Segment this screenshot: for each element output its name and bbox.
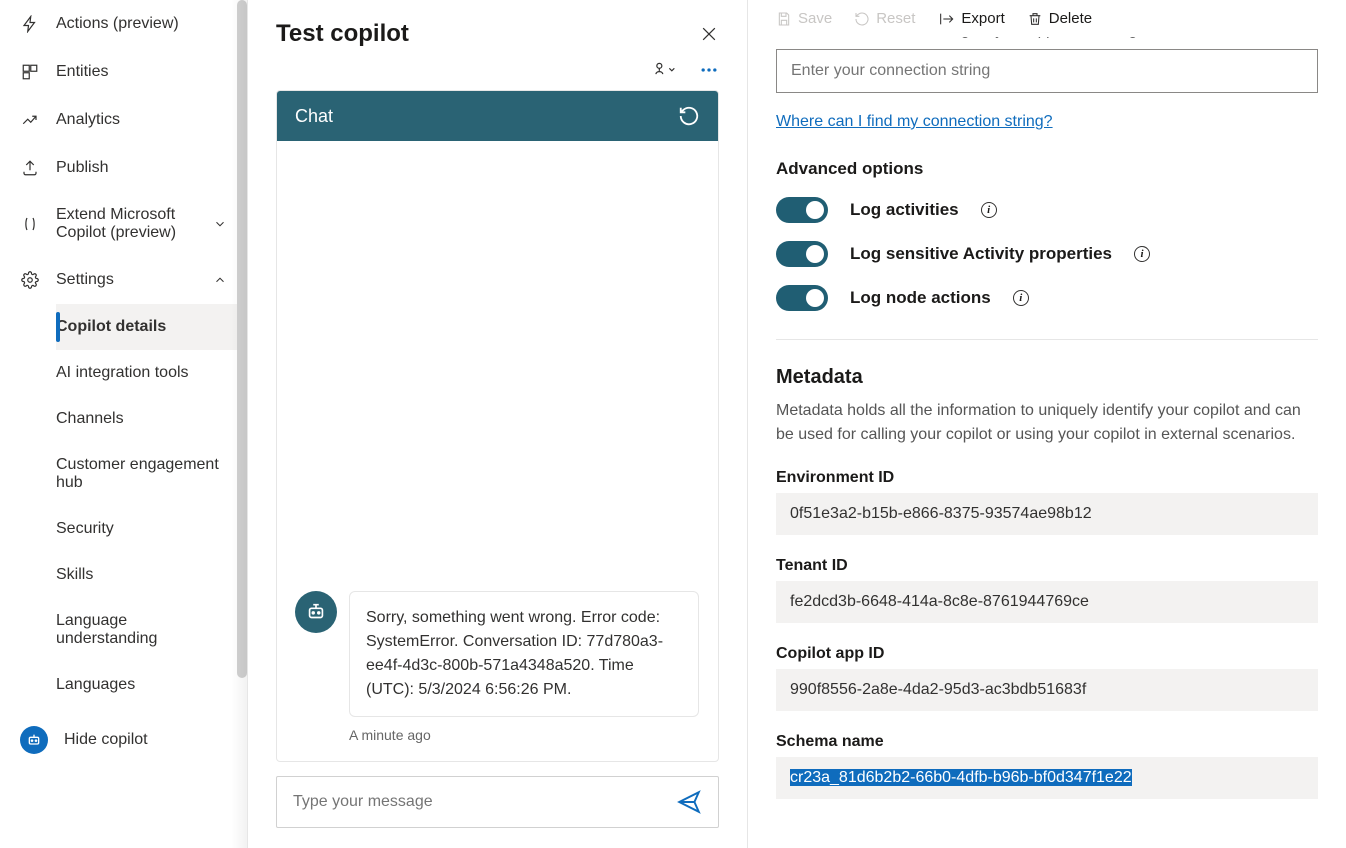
send-icon[interactable] bbox=[676, 789, 702, 815]
sidebar-label: Settings bbox=[56, 271, 197, 289]
sidebar-sub-engagement[interactable]: Customer engagement hub bbox=[56, 442, 247, 506]
chat-window: Chat Sorry, something went wrong. Error … bbox=[276, 90, 719, 762]
sidebar-sub-ai-integration[interactable]: AI integration tools bbox=[56, 350, 247, 396]
sidebar-item-publish[interactable]: Publish bbox=[0, 144, 247, 192]
chevron-down-icon bbox=[213, 217, 227, 231]
bot-icon bbox=[20, 726, 48, 754]
sidebar-label: Entities bbox=[56, 63, 227, 81]
more-icon[interactable] bbox=[699, 60, 719, 80]
chat-input-row[interactable] bbox=[276, 776, 719, 828]
chat-input[interactable] bbox=[293, 793, 676, 811]
sidebar-label: Analytics bbox=[56, 111, 227, 129]
sidebar-sub-channels[interactable]: Channels bbox=[56, 396, 247, 442]
toggle-switch[interactable] bbox=[776, 197, 828, 223]
scrollbar[interactable] bbox=[237, 0, 247, 678]
schema-name-value[interactable]: cr23a_81d6b2b2-66b0-4dfb-b96b-bf0d347f1e… bbox=[776, 757, 1318, 799]
info-icon[interactable]: i bbox=[1134, 246, 1150, 262]
app-id-value[interactable]: 990f8556-2a8e-4da2-95d3-ac3bdb51683f bbox=[776, 669, 1318, 711]
sidebar-sub-security[interactable]: Security bbox=[56, 506, 247, 552]
sidebar-sub-language-understanding[interactable]: Language understanding bbox=[56, 598, 247, 662]
sidebar-item-analytics[interactable]: Analytics bbox=[0, 96, 247, 144]
sidebar: Actions (preview) Entities Analytics Pub… bbox=[0, 0, 248, 848]
sidebar-sub-copilot-details[interactable]: Copilot details bbox=[56, 304, 247, 350]
delete-button[interactable]: Delete bbox=[1027, 10, 1092, 27]
analytics-icon bbox=[20, 110, 40, 130]
sidebar-item-entities[interactable]: Entities bbox=[0, 48, 247, 96]
sidebar-item-extend[interactable]: Extend Microsoft Copilot (preview) bbox=[0, 192, 247, 256]
bot-avatar-icon bbox=[295, 591, 337, 633]
sidebar-item-actions[interactable]: Actions (preview) bbox=[0, 0, 247, 48]
sidebar-label: Publish bbox=[56, 159, 227, 177]
export-button[interactable]: Export bbox=[937, 10, 1004, 27]
divider bbox=[776, 339, 1318, 340]
publish-icon bbox=[20, 158, 40, 178]
chat-header: Chat bbox=[277, 91, 718, 141]
app-id-label: Copilot app ID bbox=[776, 645, 1318, 663]
connection-string-input[interactable] bbox=[776, 49, 1318, 93]
sidebar-hide-copilot[interactable]: Hide copilot bbox=[0, 712, 247, 768]
reset-button[interactable]: Reset bbox=[854, 10, 915, 27]
gear-icon bbox=[20, 270, 40, 290]
toggle-log-node[interactable]: Log node actions i bbox=[776, 285, 1318, 311]
message-text: Sorry, something went wrong. Error code:… bbox=[349, 591, 699, 717]
save-button[interactable]: Save bbox=[776, 10, 832, 27]
bot-dropdown[interactable] bbox=[651, 60, 681, 80]
copilot-icon bbox=[20, 214, 40, 234]
bot-message: Sorry, something went wrong. Error code:… bbox=[295, 591, 700, 717]
entities-icon bbox=[20, 62, 40, 82]
metadata-description: Metadata holds all the information to un… bbox=[776, 399, 1318, 447]
env-id-label: Environment ID bbox=[776, 469, 1318, 487]
toolbar: Save Reset Export Delete bbox=[748, 0, 1346, 37]
connection-help-link[interactable]: Where can I find my connection string? bbox=[776, 113, 1053, 131]
sidebar-item-settings[interactable]: Settings bbox=[0, 256, 247, 304]
panel-title: Test copilot bbox=[276, 20, 409, 48]
close-icon[interactable] bbox=[699, 24, 719, 44]
chat-header-label: Chat bbox=[295, 106, 333, 127]
sidebar-sub-skills[interactable]: Skills bbox=[56, 552, 247, 598]
info-icon[interactable]: i bbox=[1013, 290, 1029, 306]
advanced-options-title: Advanced options bbox=[776, 159, 1318, 179]
reload-icon[interactable] bbox=[678, 105, 700, 127]
metadata-title: Metadata bbox=[776, 366, 1318, 389]
details-panel: Save Reset Export Delete Provide the con… bbox=[748, 0, 1346, 848]
sidebar-sub-languages[interactable]: Languages bbox=[56, 662, 247, 708]
sidebar-label: Hide copilot bbox=[64, 731, 227, 749]
lightning-icon bbox=[20, 14, 40, 34]
sidebar-label: Actions (preview) bbox=[56, 15, 227, 33]
env-id-value[interactable]: 0f51e3a2-b15b-e866-8375-93574ae98b12 bbox=[776, 493, 1318, 535]
test-copilot-panel: Test copilot Chat Sorry, something went … bbox=[248, 0, 748, 848]
chevron-up-icon bbox=[213, 273, 227, 287]
sidebar-label: Extend Microsoft Copilot (preview) bbox=[56, 206, 197, 242]
sidebar-submenu: Copilot details AI integration tools Cha… bbox=[0, 304, 247, 708]
tenant-id-value[interactable]: fe2dcd3b-6648-414a-8c8e-8761944769ce bbox=[776, 581, 1318, 623]
info-icon[interactable]: i bbox=[981, 202, 997, 218]
tenant-id-label: Tenant ID bbox=[776, 557, 1318, 575]
message-timestamp: A minute ago bbox=[349, 727, 700, 743]
toggle-log-activities[interactable]: Log activities i bbox=[776, 197, 1318, 223]
connection-help-text: Provide the connection string for your A… bbox=[776, 37, 1318, 39]
toggle-switch[interactable] bbox=[776, 285, 828, 311]
toggle-switch[interactable] bbox=[776, 241, 828, 267]
schema-name-label: Schema name bbox=[776, 733, 1318, 751]
toggle-log-sensitive[interactable]: Log sensitive Activity properties i bbox=[776, 241, 1318, 267]
